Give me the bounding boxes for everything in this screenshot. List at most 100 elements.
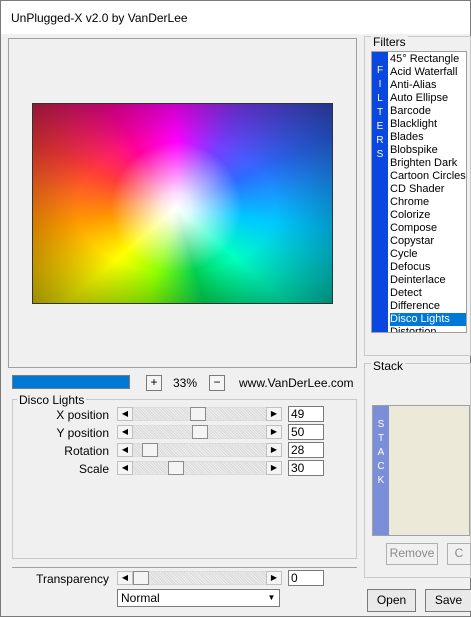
stack-group-title: Stack — [371, 359, 406, 373]
remove-button[interactable]: Remove — [386, 543, 438, 565]
slider-thumb[interactable] — [168, 461, 184, 475]
stack-strip-letter: K — [377, 475, 385, 486]
window-title: UnPlugged-X v2.0 by VanDerLee — [11, 11, 188, 25]
divider — [12, 567, 357, 568]
filter-item[interactable]: Anti-Alias — [390, 79, 466, 92]
filter-item[interactable]: Acid Waterfall — [390, 66, 466, 79]
filter-item[interactable]: Colorize — [390, 209, 466, 222]
filter-item[interactable]: Blacklight — [390, 118, 466, 131]
filter-item[interactable]: Blades — [390, 131, 466, 144]
filter-item[interactable]: Barcode — [390, 105, 466, 118]
filter-item[interactable]: Compose — [390, 222, 466, 235]
filters-strip-letter: L — [377, 93, 383, 104]
stack-strip-letter: C — [377, 461, 385, 472]
x-position-decrease-button[interactable]: ◀ — [117, 407, 133, 421]
x-position-label: X position — [56, 408, 109, 422]
slider-thumb[interactable] — [142, 443, 158, 457]
filter-item[interactable]: Cartoon Circles — [390, 170, 466, 183]
stack-strip: STACK — [373, 406, 389, 535]
scale-input[interactable]: 30 — [288, 460, 324, 476]
chevron-down-icon[interactable]: ▼ — [263, 590, 279, 606]
filters-strip-letter: R — [376, 135, 384, 146]
scale-slider[interactable] — [133, 461, 266, 475]
progress-fill — [13, 376, 129, 388]
blend-mode-select[interactable]: Normal ▼ — [117, 589, 280, 607]
arrow-left-icon: ◀ — [121, 445, 129, 454]
filters-list[interactable]: FILTERS 45° Rectangle Acid Waterfall Anti-… — [371, 51, 467, 333]
filter-item[interactable]: Distortion — [390, 326, 466, 332]
scale-decrease-button[interactable]: ◀ — [117, 461, 133, 475]
slider-thumb[interactable] — [192, 425, 208, 439]
preview-panel — [8, 38, 357, 368]
progress-bar — [12, 375, 130, 389]
transparency-input[interactable]: 0 — [288, 570, 324, 586]
zoom-out-button[interactable]: − — [209, 375, 225, 391]
filter-item[interactable]: 45° Rectangle — [390, 53, 466, 66]
y-position-increase-button[interactable]: ▶ — [266, 425, 282, 439]
filter-item[interactable]: Copystar — [390, 235, 466, 248]
arrow-right-icon: ▶ — [270, 463, 278, 472]
arrow-left-icon: ◀ — [121, 573, 129, 582]
arrow-right-icon: ▶ — [270, 409, 278, 418]
transparency-increase-button[interactable]: ▶ — [266, 571, 282, 585]
y-position-decrease-button[interactable]: ◀ — [117, 425, 133, 439]
arrow-right-icon: ▶ — [270, 573, 278, 582]
filter-item[interactable]: Difference — [390, 300, 466, 313]
title-bar: UnPlugged-X v2.0 by VanDerLee — [1, 1, 470, 34]
filter-item[interactable]: CD Shader — [390, 183, 466, 196]
rotation-input[interactable]: 28 — [288, 442, 324, 458]
x-position-input[interactable]: 49 — [288, 406, 324, 422]
stack-list[interactable]: STACK — [372, 405, 470, 536]
filters-strip: FILTERS — [372, 52, 388, 332]
filter-item[interactable]: Brighten Dark — [390, 157, 466, 170]
parameters-group-title: Disco Lights — [17, 393, 87, 407]
filter-item[interactable]: Auto Ellipse — [390, 92, 466, 105]
parameters-group — [12, 399, 357, 559]
x-position-slider[interactable] — [133, 407, 266, 421]
filters-strip-letter: E — [376, 121, 384, 132]
scale-label: Scale — [78, 462, 109, 476]
filter-item[interactable]: Detect — [390, 287, 466, 300]
filter-item[interactable]: Disco Lights — [390, 313, 466, 326]
filter-item[interactable]: Deinterlace — [390, 274, 466, 287]
open-button[interactable]: Open — [367, 589, 416, 612]
zoom-in-button[interactable]: + — [146, 375, 162, 391]
y-position-slider[interactable] — [133, 425, 266, 439]
transparency-slider[interactable] — [133, 571, 266, 585]
filter-item[interactable]: Chrome — [390, 196, 466, 209]
arrow-left-icon: ◀ — [121, 427, 129, 436]
filters-group-title: Filters — [371, 35, 408, 49]
rotation-label: Rotation — [64, 444, 109, 458]
clear-button[interactable]: C — [447, 543, 471, 565]
preview-image[interactable] — [32, 103, 333, 304]
filter-item[interactable]: Blobspike — [390, 144, 466, 157]
plugin-window: UnPlugged-X v2.0 by VanDerLee + 33% − ww… — [0, 0, 471, 617]
filters-strip-letter: F — [376, 65, 384, 76]
stack-strip-letter: S — [377, 419, 385, 430]
arrow-left-icon: ◀ — [121, 463, 129, 472]
filters-strip-letter: I — [378, 79, 382, 90]
arrow-right-icon: ▶ — [270, 445, 278, 454]
filters-strip-letter: T — [376, 107, 384, 118]
rotation-increase-button[interactable]: ▶ — [266, 443, 282, 457]
slider-thumb[interactable] — [190, 407, 206, 421]
rotation-slider[interactable] — [133, 443, 266, 457]
y-position-input[interactable]: 50 — [288, 424, 324, 440]
rotation-decrease-button[interactable]: ◀ — [117, 443, 133, 457]
stack-strip-letter: A — [377, 447, 385, 458]
blend-mode-value: Normal — [121, 591, 160, 605]
save-button[interactable]: Save — [425, 589, 471, 612]
zoom-level: 33% — [173, 376, 198, 390]
website-link[interactable]: www.VanDerLee.com — [239, 376, 354, 390]
filter-item[interactable]: Defocus — [390, 261, 466, 274]
arrow-left-icon: ◀ — [121, 409, 129, 418]
filters-strip-letter: S — [376, 149, 384, 160]
x-position-increase-button[interactable]: ▶ — [266, 407, 282, 421]
transparency-decrease-button[interactable]: ◀ — [117, 571, 133, 585]
arrow-right-icon: ▶ — [270, 427, 278, 436]
slider-thumb[interactable] — [133, 571, 149, 585]
stack-strip-letter: T — [377, 433, 385, 444]
y-position-label: Y position — [56, 426, 109, 440]
scale-increase-button[interactable]: ▶ — [266, 461, 282, 475]
filter-item[interactable]: Cycle — [390, 248, 466, 261]
